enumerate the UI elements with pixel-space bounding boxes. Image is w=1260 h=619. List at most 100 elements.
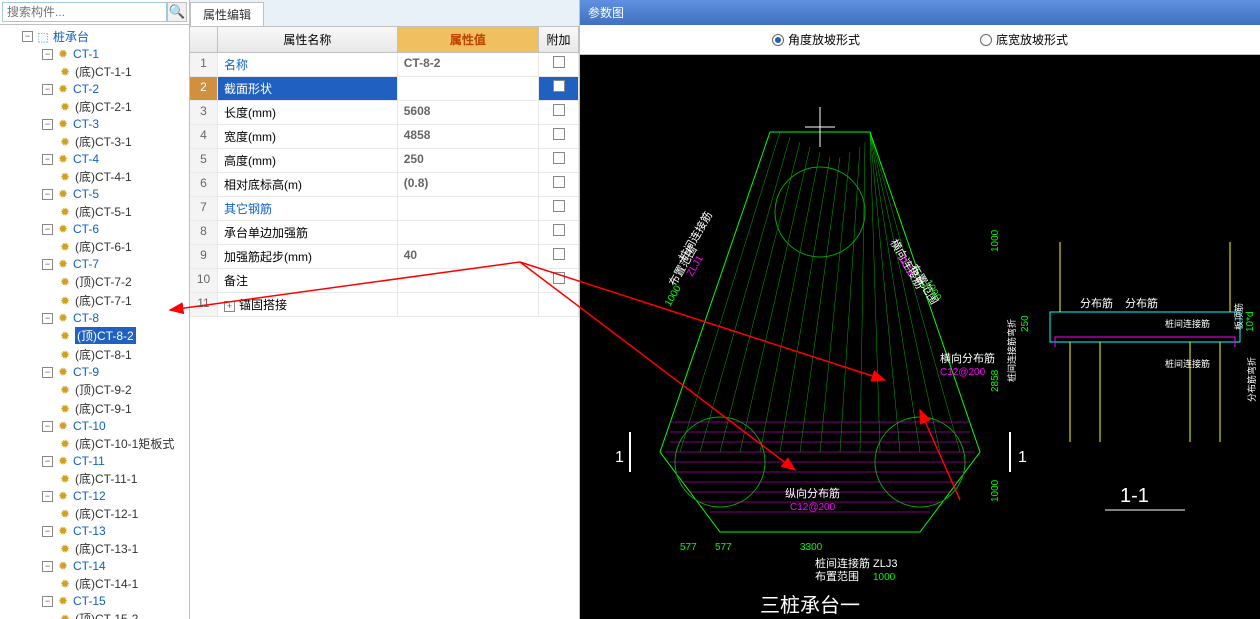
radio-angle-slope[interactable]: 角度放坡形式 [772, 31, 860, 48]
property-row-11[interactable]: 11 +锚固搭接 [190, 293, 579, 317]
tree-leaf[interactable]: ✹ (顶)CT-15-2 [2, 609, 187, 619]
checkbox[interactable] [553, 152, 565, 164]
checkbox[interactable] [553, 176, 565, 188]
tree-node-CT-4[interactable]: − ✹ CT-4 [2, 151, 187, 167]
expander-icon[interactable]: − [42, 561, 53, 572]
tree-leaf[interactable]: ✹ (底)CT-10-1矩板式 [2, 434, 187, 453]
property-extra[interactable] [539, 101, 579, 124]
property-extra[interactable] [539, 53, 579, 76]
expander-icon[interactable]: − [42, 259, 53, 270]
checkbox[interactable] [553, 56, 565, 68]
property-row-5[interactable]: 5 高度(mm) 250 [190, 149, 579, 173]
tree-node-CT-6[interactable]: − ✹ CT-6 [2, 221, 187, 237]
property-value[interactable]: 阶式三桩台一 [398, 77, 539, 100]
expander-icon[interactable]: − [42, 189, 53, 200]
property-row-1[interactable]: 1 名称 CT-8-2 [190, 53, 579, 77]
tab-property-edit[interactable]: 属性编辑 [190, 2, 264, 26]
tree-leaf[interactable]: ✹ (底)CT-9-1 [2, 399, 187, 418]
property-value[interactable]: CT-8-2 [398, 53, 539, 76]
tree-leaf[interactable]: ✹ (底)CT-3-1 [2, 132, 187, 151]
property-value[interactable]: 250 [398, 149, 539, 172]
expander-icon[interactable]: − [42, 84, 53, 95]
tree-node-CT-12[interactable]: − ✹ CT-12 [2, 488, 187, 504]
tree-leaf[interactable]: ✹ (底)CT-5-1 [2, 202, 187, 221]
tree-leaf[interactable]: ✹ (底)CT-14-1 [2, 574, 187, 593]
checkbox[interactable] [553, 224, 565, 236]
expander-icon[interactable]: − [42, 456, 53, 467]
expander-icon[interactable]: − [42, 224, 53, 235]
tree-node-CT-8[interactable]: − ✹ CT-8 [2, 310, 187, 326]
property-row-9[interactable]: 9 加强筋起步(mm) 40 [190, 245, 579, 269]
radio-width-slope[interactable]: 底宽放坡形式 [980, 31, 1068, 48]
checkbox[interactable] [553, 80, 565, 92]
property-extra[interactable] [539, 269, 579, 292]
tree-leaf[interactable]: ✹ (底)CT-12-1 [2, 504, 187, 523]
tree-leaf[interactable]: ✹ (底)CT-2-1 [2, 97, 187, 116]
tree-node-CT-9[interactable]: − ✹ CT-9 [2, 364, 187, 380]
tree-leaf[interactable]: ✹ (底)CT-6-1 [2, 237, 187, 256]
checkbox[interactable] [553, 248, 565, 260]
property-row-8[interactable]: 8 承台单边加强筋 [190, 221, 579, 245]
property-extra[interactable] [539, 197, 579, 220]
expander-icon[interactable]: − [42, 421, 53, 432]
expander-icon[interactable]: − [42, 367, 53, 378]
property-value[interactable] [398, 221, 539, 244]
property-value[interactable]: 4858 [398, 125, 539, 148]
tree-leaf[interactable]: ✹ (底)CT-1-1 [2, 62, 187, 81]
property-extra[interactable] [539, 221, 579, 244]
property-extra[interactable] [539, 173, 579, 196]
tree-node-CT-11[interactable]: − ✹ CT-11 [2, 453, 187, 469]
property-value[interactable]: (0.8) [398, 173, 539, 196]
property-value[interactable] [398, 293, 539, 316]
tree-node-CT-15[interactable]: − ✹ CT-15 [2, 593, 187, 609]
expander-icon[interactable]: − [22, 31, 33, 42]
tree-leaf[interactable]: ✹ (顶)CT-7-2 [2, 272, 187, 291]
checkbox[interactable] [553, 104, 565, 116]
search-input[interactable] [2, 2, 167, 22]
property-row-6[interactable]: 6 相对底标高(m) (0.8) [190, 173, 579, 197]
property-value[interactable] [398, 197, 539, 220]
property-value[interactable]: 40 [398, 245, 539, 268]
tree-leaf[interactable]: ✹ (底)CT-13-1 [2, 539, 187, 558]
checkbox[interactable] [553, 200, 565, 212]
diagram-canvas[interactable]: 1 1 桩间连接筋 ZLJ1 布置范围 1000 横向连接筋 ZLJ2 布置范围… [580, 55, 1260, 619]
tree-root[interactable]: − ⬚ 桩承台 [2, 27, 187, 46]
tree-leaf[interactable]: ✹ (顶)CT-8-2 [2, 326, 187, 345]
checkbox[interactable] [553, 128, 565, 140]
property-row-10[interactable]: 10 备注 [190, 269, 579, 293]
property-row-2[interactable]: 2 截面形状 阶式三桩台一 [190, 77, 579, 101]
property-extra[interactable] [539, 245, 579, 268]
tree-leaf[interactable]: ✹ (底)CT-4-1 [2, 167, 187, 186]
property-extra[interactable] [539, 125, 579, 148]
tree-node-CT-13[interactable]: − ✹ CT-13 [2, 523, 187, 539]
expander-icon[interactable]: − [42, 154, 53, 165]
tree-node-CT-2[interactable]: − ✹ CT-2 [2, 81, 187, 97]
tree-leaf[interactable]: ✹ (顶)CT-9-2 [2, 380, 187, 399]
expander-icon[interactable]: − [42, 119, 53, 130]
property-value[interactable] [398, 269, 539, 292]
property-extra[interactable] [539, 149, 579, 172]
checkbox[interactable] [553, 272, 565, 284]
tree-leaf[interactable]: ✹ (底)CT-8-1 [2, 345, 187, 364]
property-row-4[interactable]: 4 宽度(mm) 4858 [190, 125, 579, 149]
expander-icon[interactable]: − [42, 491, 53, 502]
tree-leaf[interactable]: ✹ (底)CT-11-1 [2, 469, 187, 488]
tree-node-CT-10[interactable]: − ✹ CT-10 [2, 418, 187, 434]
property-extra[interactable] [539, 293, 579, 316]
property-extra[interactable] [539, 77, 579, 100]
property-row-7[interactable]: 7 其它钢筋 [190, 197, 579, 221]
search-button[interactable]: 🔍 [167, 2, 187, 22]
property-value[interactable]: 5608 [398, 101, 539, 124]
tree-node-CT-14[interactable]: − ✹ CT-14 [2, 558, 187, 574]
expander-icon[interactable]: − [42, 49, 53, 60]
property-row-3[interactable]: 3 长度(mm) 5608 [190, 101, 579, 125]
tree-node-CT-3[interactable]: − ✹ CT-3 [2, 116, 187, 132]
component-tree[interactable]: − ⬚ 桩承台 − ✹ CT-1✹ (底)CT-1-1− ✹ CT-2✹ (底)… [0, 25, 189, 619]
tree-node-CT-1[interactable]: − ✹ CT-1 [2, 46, 187, 62]
tree-node-CT-5[interactable]: − ✹ CT-5 [2, 186, 187, 202]
tree-node-CT-7[interactable]: − ✹ CT-7 [2, 256, 187, 272]
tree-leaf[interactable]: ✹ (底)CT-7-1 [2, 291, 187, 310]
expander-icon[interactable]: − [42, 313, 53, 324]
expander-icon[interactable]: − [42, 596, 53, 607]
expander-icon[interactable]: − [42, 526, 53, 537]
